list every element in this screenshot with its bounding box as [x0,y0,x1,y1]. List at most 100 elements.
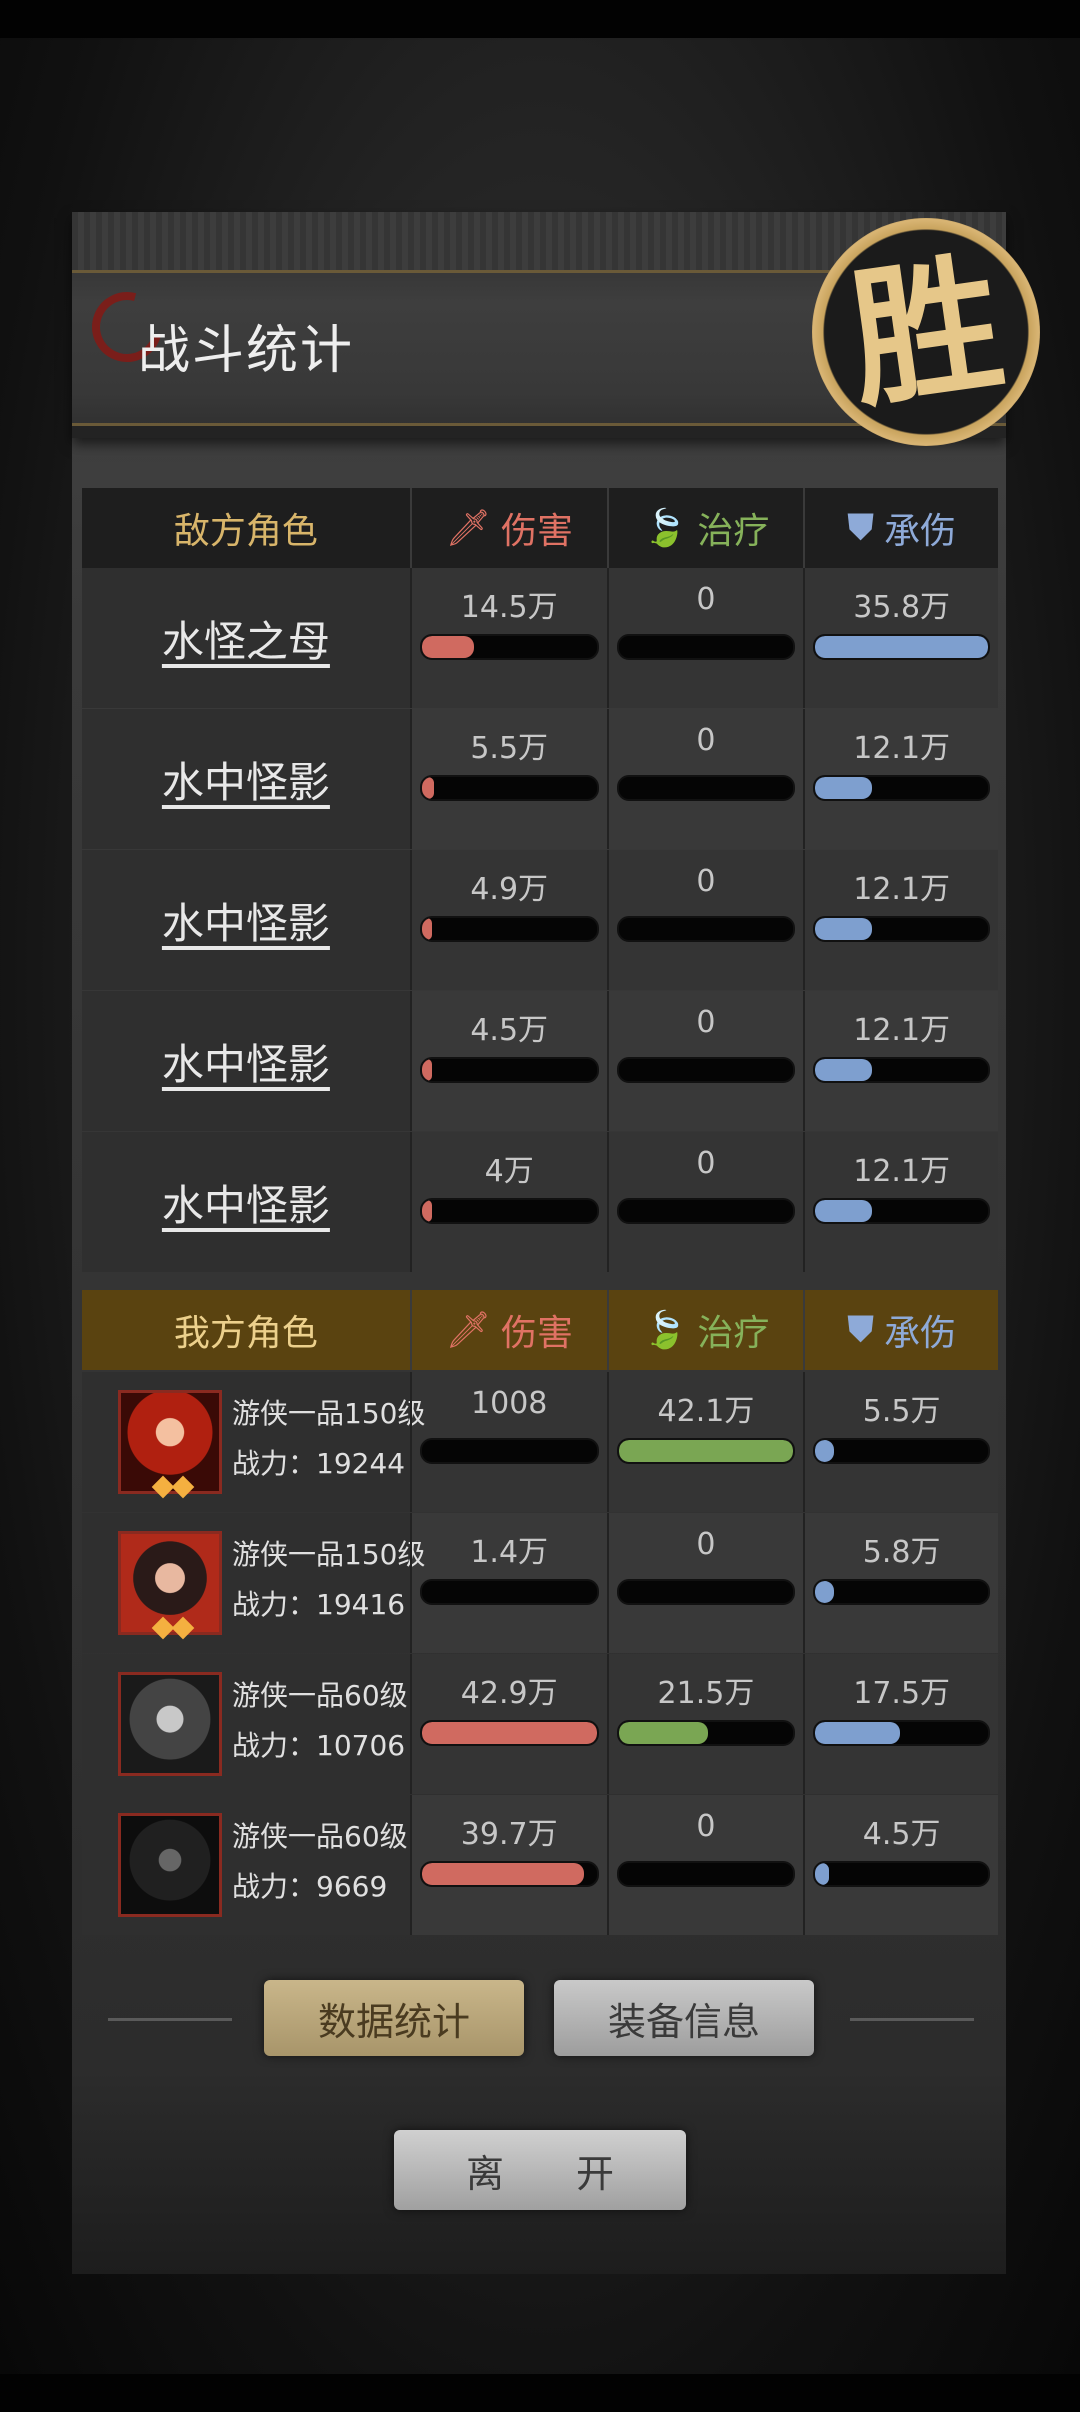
heal-cell: 0 [606,1132,804,1272]
ally-row[interactable]: 游侠一品150级 战力：19416 1.4万 0 5.8万 [82,1513,998,1653]
col-heal-label: 治疗 [697,511,770,552]
ally-power: 战力：19244 [232,1447,406,1480]
heal-bar [616,1057,796,1083]
dmg-value: 5.5万 [470,731,549,766]
tank-cell: 12.1万 [803,709,998,849]
enemy-name-link[interactable]: 水中怪影 [162,890,330,951]
tank-value: 4.5万 [862,1817,941,1852]
dmg-bar-fill [421,918,433,940]
dmg-value: 42.9万 [460,1676,558,1711]
tank-value: 5.8万 [862,1535,941,1570]
tank-cell: 5.5万 [803,1372,998,1512]
enemy-row[interactable]: 水中怪影 4.5万 0 12.1万 [82,991,998,1131]
enemy-table-header: 敌方角色 🗡 伤害 🍃 治疗 ⛊ 承伤 [82,488,998,568]
dmg-cell: 1.4万 [409,1513,607,1653]
enemy-row[interactable]: 水中怪影 5.5万 0 12.1万 [82,709,998,849]
dmg-bar [419,775,599,801]
col-damage: 🗡 伤害 [412,488,609,568]
ally-power: 战力：10706 [232,1729,406,1762]
col-damage: 🗡 伤害 [412,1290,609,1370]
enemy-name-link[interactable]: 水中怪影 [162,749,330,810]
ally-row[interactable]: 游侠一品60级 战力：9669 39.7万 0 4.5万 [82,1795,998,1935]
enemy-name-link[interactable]: 水中怪影 [162,1031,330,1092]
heal-value: 0 [696,1146,716,1181]
dmg-cell: 39.7万 [409,1795,607,1935]
ally-power: 战力：19416 [232,1588,406,1621]
leave-button[interactable]: 离 开 [394,2130,686,2210]
dmg-bar [419,1579,599,1605]
ally-row[interactable]: 游侠一品60级 战力：10706 42.9万 21.5万 17.5万 [82,1654,998,1794]
heal-bar [616,1438,796,1464]
ally-row[interactable]: 游侠一品150级 战力：19244 1008 42.1万 5.5万 [82,1372,998,1512]
avatar[interactable] [118,1672,222,1776]
heal-value: 0 [696,723,716,758]
col-heal-label: 治疗 [697,1313,770,1354]
divider-right [850,2018,974,2021]
avatar[interactable] [118,1813,222,1917]
heal-bar [616,1579,796,1605]
star-gem-icon [171,1616,195,1640]
tank-bar-fill [815,1722,900,1744]
col-tank-label: 承伤 [884,1313,957,1354]
ally-info-cell: 游侠一品150级 战力：19244 [82,1372,425,1512]
dmg-cell: 1008 [409,1372,607,1512]
dmg-value: 4.5万 [470,1013,549,1048]
enemy-row[interactable]: 水中怪影 4.9万 0 12.1万 [82,850,998,990]
enemy-name-cell: 水中怪影 [82,709,410,849]
dmg-cell: 5.5万 [409,709,607,849]
heal-bar [616,1198,796,1224]
heal-cell: 0 [606,850,804,990]
enemy-name-link[interactable]: 水怪之母 [162,608,330,669]
heal-bar [616,916,796,942]
avatar[interactable] [118,1390,222,1499]
heal-value: 0 [696,1527,716,1562]
dmg-cell: 14.5万 [409,568,607,708]
enemy-row[interactable]: 水中怪影 4万 0 12.1万 [82,1132,998,1272]
heal-bar [616,1720,796,1746]
ally-header-label: 我方角色 [82,1290,412,1370]
dmg-bar-fill [421,777,435,799]
tank-cell: 12.1万 [803,1132,998,1272]
tank-value: 35.8万 [853,590,951,625]
shield-icon: ⛊ [847,1309,875,1350]
tank-cell: 5.8万 [803,1513,998,1653]
victory-seal-text: 胜 [839,234,1013,430]
heal-value: 0 [696,582,716,617]
tank-bar-fill [815,918,873,940]
data-stats-button[interactable]: 数据统计 [264,1980,524,2056]
enemy-name-cell: 水中怪影 [82,991,410,1131]
star-gem-icon [171,1475,195,1499]
enemy-name-cell: 水中怪影 [82,850,410,990]
shield-icon: ⛊ [847,507,875,548]
dmg-bar [419,634,599,660]
dmg-bar [419,1861,599,1887]
heal-value: 0 [696,1005,716,1040]
dmg-bar [419,1720,599,1746]
equip-info-button[interactable]: 装备信息 [554,1980,814,2056]
enemy-name-cell: 水中怪影 [82,1132,410,1272]
heal-value: 42.1万 [657,1394,755,1429]
avatar[interactable] [118,1531,222,1640]
col-damage-label: 伤害 [501,511,574,552]
tank-cell: 12.1万 [803,850,998,990]
tank-value: 12.1万 [853,1154,951,1189]
enemy-name-link[interactable]: 水中怪影 [162,1172,330,1233]
enemy-row[interactable]: 水怪之母 14.5万 0 35.8万 [82,568,998,708]
victory-seal: 胜 [812,218,1040,446]
tank-bar [813,1579,991,1605]
sword-icon: 🗡 [445,1310,492,1351]
heal-value: 0 [696,1809,716,1844]
tank-value: 12.1万 [853,731,951,766]
tank-value: 12.1万 [853,1013,951,1048]
page-title: 战斗统计 [138,321,355,381]
tank-cell: 35.8万 [803,568,998,708]
heal-value: 0 [696,864,716,899]
dmg-cell: 4.9万 [409,850,607,990]
tank-value: 12.1万 [853,872,951,907]
ally-rank-level: 游侠一品150级 [232,1397,426,1430]
ally-info-cell: 游侠一品60级 战力：10706 [82,1654,410,1794]
divider-left [108,2018,232,2021]
tank-bar-fill [815,1200,873,1222]
ally-info-cell: 游侠一品150级 战力：19416 [82,1513,425,1653]
tank-cell: 17.5万 [803,1654,998,1794]
